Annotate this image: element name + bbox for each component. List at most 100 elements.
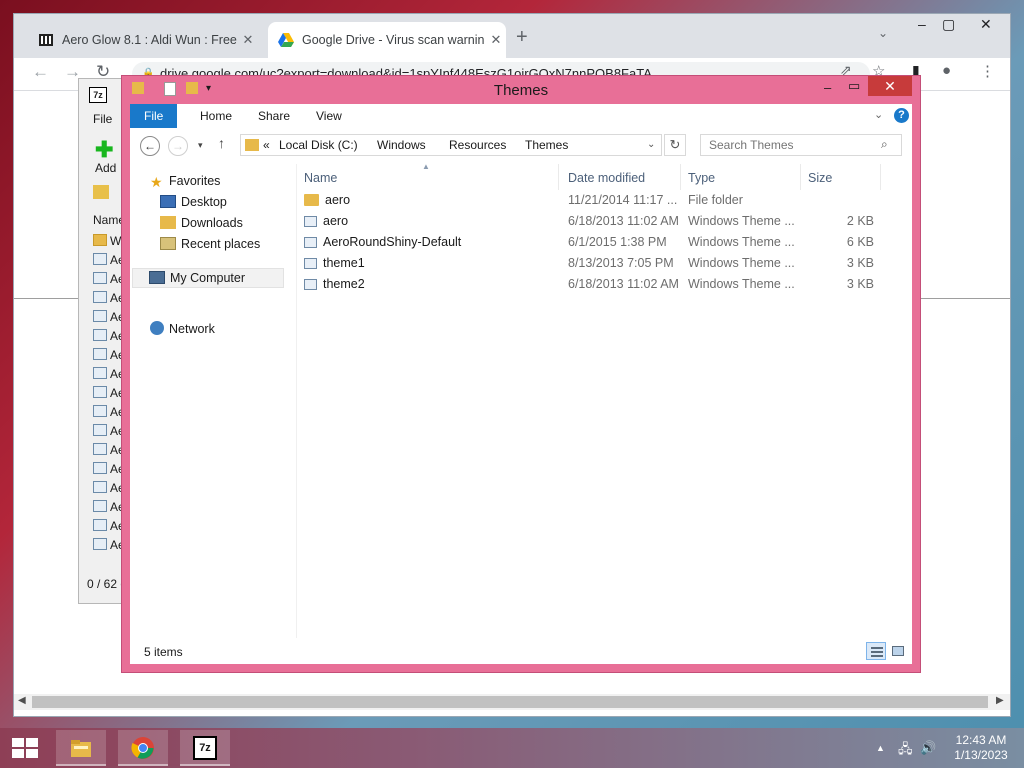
explorer-window: ▾ Themes – ▭ ✕ File Home Share View ⌄ ? … [122,76,920,672]
file-size: 3 KB [846,256,874,270]
scrollbar-thumb[interactable] [32,696,988,708]
column-name[interactable]: Name [304,171,337,185]
add-button-label[interactable]: Add [95,161,116,175]
nav-favorites[interactable]: ★ Favorites [150,174,220,190]
nav-recent-places[interactable]: Recent places [160,237,260,251]
close-tab-icon[interactable]: ✕ [238,32,258,48]
folder-up-icon[interactable] [93,185,109,199]
file-icon [93,367,107,379]
table-row[interactable]: theme1 8/13/2013 7:05 PM Windows Theme ...… [304,253,904,274]
large-icons-view-button[interactable] [888,642,908,660]
tab-google-drive[interactable]: Google Drive - Virus scan warnin ✕ [268,22,506,58]
address-dropdown-icon[interactable]: ⌄ [647,135,655,155]
google-drive-icon [278,33,294,47]
network-tray-icon[interactable]: 🖧 [898,740,913,762]
close-tab-icon[interactable]: ✕ [486,32,506,48]
details-view-button[interactable] [866,642,886,660]
up-arrow-icon[interactable]: ↑ [218,135,225,151]
list-item[interactable]: Ae [93,500,125,514]
list-item[interactable]: Ae [93,462,125,476]
show-hidden-icons[interactable]: ▲ [876,743,885,753]
taskbar-file-explorer[interactable] [56,730,106,766]
list-item-folder[interactable]: W [93,234,121,248]
list-item[interactable]: Ae [93,272,125,286]
column-divider[interactable] [680,164,681,190]
nav-my-computer[interactable]: My Computer [132,268,284,288]
column-name[interactable]: Name [93,213,125,227]
tab-search-icon[interactable]: ⌄ [878,26,888,40]
horizontal-scrollbar[interactable]: ◀ ▶ [14,694,1010,710]
search-icon[interactable]: ⌕ [881,137,888,152]
maximize-button[interactable]: ▢ [942,16,955,33]
profile-avatar-icon[interactable]: ● [942,62,951,79]
column-divider[interactable] [880,164,881,190]
start-button[interactable] [12,738,38,758]
downloads-icon [160,216,176,229]
search-input[interactable] [701,135,895,155]
list-item[interactable]: Ae [93,310,125,324]
forward-button[interactable]: → [168,136,188,156]
file-name: theme2 [304,274,554,295]
maximize-button[interactable]: ▭ [848,78,860,94]
help-icon[interactable]: ? [894,108,909,123]
breadcrumb-windows[interactable]: Windows [377,135,426,155]
nav-label: Network [169,322,215,336]
list-item[interactable]: Ae [93,367,125,381]
list-item[interactable]: Ae [93,519,125,533]
close-button[interactable]: ✕ [868,76,912,96]
list-item[interactable]: Ae [93,538,125,552]
search-box[interactable]: ⌕ [700,134,902,156]
table-row[interactable]: aero 11/21/2014 11:17 ... File folder [304,190,904,211]
table-row[interactable]: AeroRoundShiny-Default 6/1/2015 1:38 PM Wi… [304,232,904,253]
nav-desktop[interactable]: Desktop [160,195,227,209]
tab-share[interactable]: Share [244,104,304,128]
close-button[interactable]: ✕ [980,16,992,33]
minimize-button[interactable]: – [824,80,831,95]
breadcrumb-themes[interactable]: Themes [525,135,568,155]
add-plus-icon[interactable]: ✚ [95,137,113,163]
table-row[interactable]: theme2 6/18/2013 11:02 AM Windows Theme ..… [304,274,904,295]
list-item[interactable]: Ae [93,481,125,495]
scroll-left-icon[interactable]: ◀ [18,695,26,706]
menu-file[interactable]: File [93,112,112,126]
column-divider[interactable] [800,164,801,190]
back-icon[interactable]: ← [32,62,49,82]
list-item[interactable]: Ae [93,424,125,438]
taskbar-chrome[interactable] [118,730,168,766]
volume-icon[interactable]: 🔊 [920,740,936,756]
nav-downloads[interactable]: Downloads [160,216,243,230]
tab-view[interactable]: View [302,104,356,128]
recent-locations-dropdown-icon[interactable]: ▾ [198,140,203,151]
scroll-right-icon[interactable]: ▶ [996,695,1004,706]
taskbar-7zip[interactable]: 7z [180,730,230,766]
refresh-button[interactable]: ↻ [664,134,686,156]
table-row[interactable]: aero 6/18/2013 11:02 AM Windows Theme ... 2… [304,211,904,232]
breadcrumb-resources[interactable]: Resources [449,135,506,155]
list-item[interactable]: Ae [93,291,125,305]
column-size[interactable]: Size [808,171,832,185]
back-button[interactable]: ← [140,136,160,156]
address-bar[interactable]: « Local Disk (C:) Windows Resources Them… [240,134,662,156]
list-item[interactable]: Ae [93,443,125,457]
tab-home[interactable]: Home [186,104,246,128]
menu-kebab-icon[interactable]: ⋮ [980,62,995,80]
new-tab-button[interactable]: + [516,26,528,49]
title-bar[interactable]: ▾ Themes – ▭ ✕ [122,76,920,104]
column-divider[interactable] [558,164,559,190]
breadcrumb-local-disk[interactable]: Local Disk (C:) [279,135,358,155]
list-item[interactable]: Ae [93,348,125,362]
column-type[interactable]: Type [688,171,715,185]
column-date-modified[interactable]: Date modified [568,171,645,185]
list-item[interactable]: Ae [93,253,125,267]
nav-network[interactable]: Network [150,321,215,336]
breadcrumb-overflow[interactable]: « [263,135,270,155]
tab-file[interactable]: File [130,104,178,128]
expand-ribbon-icon[interactable]: ⌄ [874,108,883,121]
sort-ascending-icon: ▲ [422,162,430,171]
list-item[interactable]: Ae [93,386,125,400]
list-item[interactable]: Ae [93,405,125,419]
clock[interactable]: 12:43 AM 1/13/2023 [948,733,1014,763]
tab-aero-glow[interactable]: Aero Glow 8.1 : Aldi Wun : Free D ✕ [28,22,258,58]
list-item[interactable]: Ae [93,329,125,343]
minimize-button[interactable]: – [918,16,926,32]
